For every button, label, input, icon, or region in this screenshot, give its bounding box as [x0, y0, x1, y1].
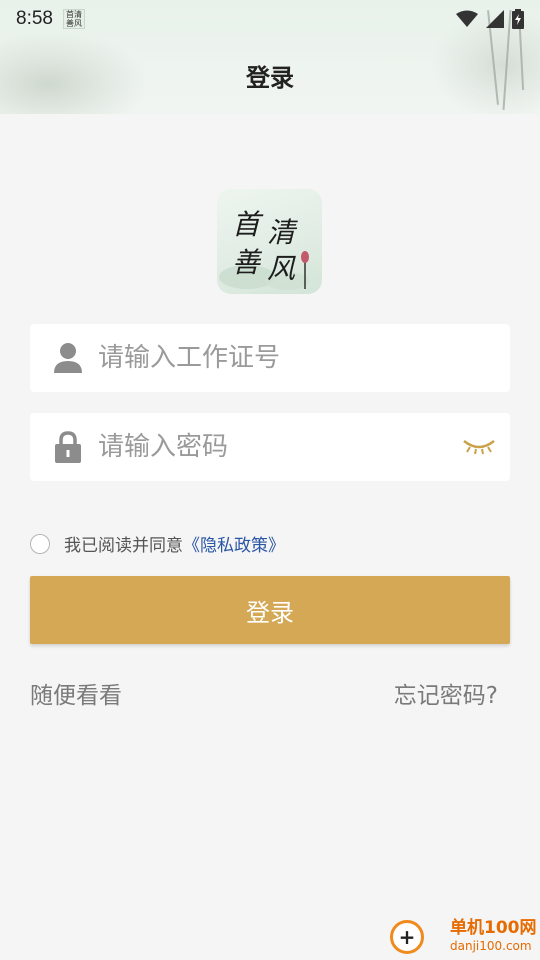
closed-eye-icon[interactable]	[462, 435, 496, 459]
page-title: 登录	[246, 64, 294, 92]
privacy-agreement: 我已阅读并同意 《隐私政策》	[30, 531, 285, 556]
watermark-name: 单机100网	[450, 918, 537, 938]
logo-char: 清	[267, 216, 296, 249]
login-button[interactable]: 登录	[30, 576, 510, 644]
privacy-policy-link[interactable]: 《隐私政策》	[183, 531, 285, 556]
app-logo: 首 清 善 风	[217, 189, 322, 294]
watermark-logo-icon: +	[390, 920, 424, 954]
logo-char: 首	[232, 208, 261, 241]
user-icon	[38, 342, 98, 374]
password-input[interactable]	[98, 432, 458, 462]
forgot-password-link[interactable]: 忘记密码?	[394, 676, 498, 710]
status-bar: 8:58 首清善风	[0, 0, 540, 38]
app-notification-icon: 首清善风	[62, 9, 85, 29]
password-field[interactable]	[30, 413, 510, 481]
battery-icon	[512, 9, 524, 29]
agree-checkbox[interactable]	[30, 533, 50, 554]
status-time: 8:58	[16, 8, 53, 29]
browse-as-guest-link[interactable]: 随便看看	[30, 676, 122, 710]
employee-id-field[interactable]	[30, 324, 510, 392]
lock-icon	[38, 431, 98, 463]
employee-id-input[interactable]	[98, 343, 458, 373]
watermark: + 单机100网 danji100.com	[390, 914, 540, 960]
logo-char: 善	[232, 246, 261, 279]
wifi-icon	[456, 10, 478, 27]
watermark-url: danji100.com	[450, 939, 532, 953]
agree-text: 我已阅读并同意	[64, 536, 183, 556]
logo-char: 风	[267, 252, 296, 285]
signal-icon	[486, 10, 504, 28]
